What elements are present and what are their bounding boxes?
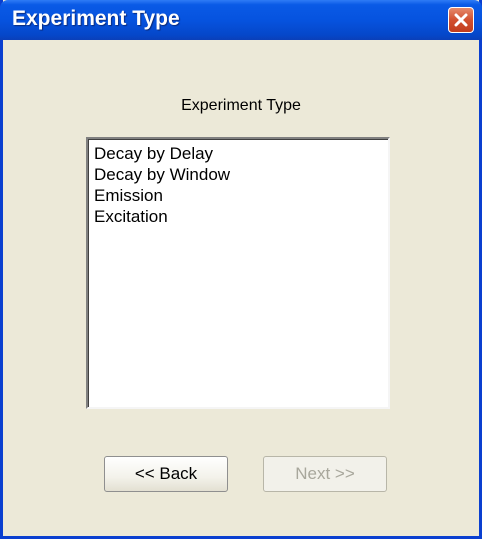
back-button[interactable]: << Back xyxy=(104,456,228,492)
experiment-type-label: Experiment Type xyxy=(181,97,301,114)
next-button[interactable]: Next >> xyxy=(263,456,387,492)
list-item-decay-by-delay[interactable]: Decay by Delay xyxy=(94,143,388,164)
title-bar[interactable]: Experiment Type xyxy=(0,0,482,40)
experiment-type-listbox[interactable]: Decay by Delay Decay by Window Emission … xyxy=(86,137,390,409)
close-icon xyxy=(454,13,468,27)
window-title: Experiment Type xyxy=(12,7,180,30)
list-item-decay-by-window[interactable]: Decay by Window xyxy=(94,164,388,185)
list-item-excitation[interactable]: Excitation xyxy=(94,206,388,227)
close-button[interactable] xyxy=(448,7,474,33)
list-item-emission[interactable]: Emission xyxy=(94,185,388,206)
experiment-type-dialog: Experiment Type Experiment Type Decay by… xyxy=(0,0,482,539)
